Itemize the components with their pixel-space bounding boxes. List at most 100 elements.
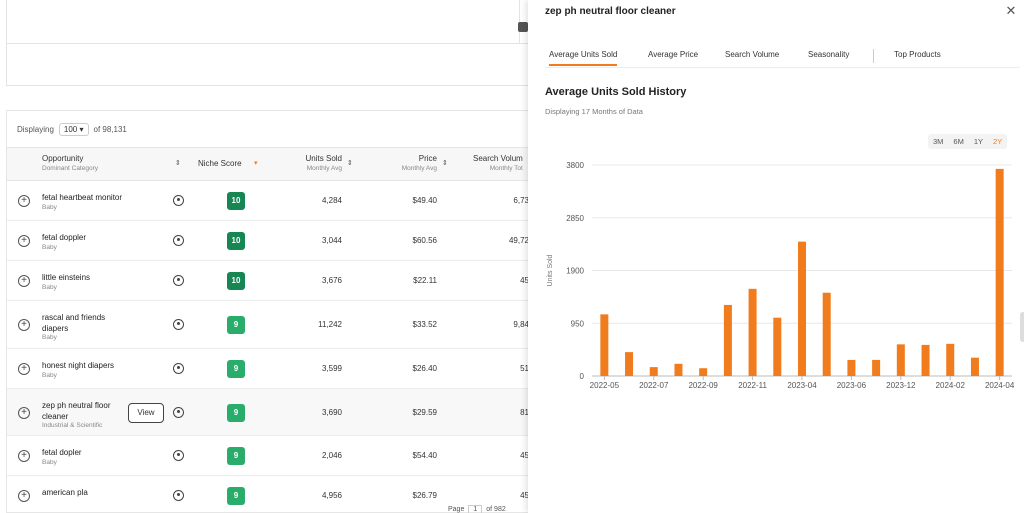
niche-score-badge: 10	[227, 192, 245, 210]
displaying-label: Displaying	[17, 125, 54, 134]
expand-icon[interactable]: +	[18, 235, 30, 247]
table-row[interactable]: + fetal heartbeat monitor Baby 10 4,284 $49.4…	[7, 181, 545, 221]
person-icon[interactable]	[173, 490, 184, 501]
range-1y-button[interactable]: 1Y	[969, 134, 988, 149]
price-value: $33.52	[412, 320, 437, 329]
header-sublabel: Dominant Category	[42, 165, 98, 172]
expand-icon[interactable]: +	[18, 450, 30, 462]
chart-bar	[822, 292, 831, 376]
header-price[interactable]: Price Monthly Avg	[391, 154, 437, 172]
units-sold-value: 4,284	[321, 196, 342, 205]
x-tick-label: 2023-12	[886, 381, 916, 390]
close-icon[interactable]: ✕	[1004, 4, 1018, 18]
range-6m-button[interactable]: 6M	[948, 134, 968, 149]
view-button[interactable]: View	[128, 402, 164, 423]
detail-panel: zep ph neutral floor cleaner ✕ Average U…	[528, 0, 1024, 513]
opportunity-name[interactable]: zep ph neutral floor cleaner	[42, 400, 111, 422]
search-volume-value: 45	[520, 491, 529, 500]
chart-bar	[946, 343, 955, 376]
person-icon[interactable]	[173, 363, 184, 374]
header-search-volume[interactable]: Search Volum Monthly Tot	[473, 154, 523, 172]
y-axis-label: Units Sold	[547, 254, 554, 286]
displaying-control: Displaying 100 ▾ of 98,131	[17, 123, 127, 136]
per-page-select[interactable]: 100 ▾	[58, 123, 89, 136]
opportunity-name[interactable]: fetal heartbeat monitor	[42, 192, 122, 203]
panel-title: zep ph neutral floor cleaner	[545, 6, 676, 17]
opportunity-name[interactable]: fetal dopler	[42, 447, 82, 458]
tab-divider	[873, 49, 874, 63]
person-icon[interactable]	[173, 275, 184, 286]
header-sublabel: Monthly Avg	[306, 165, 342, 172]
x-tick-label: 2022-09	[688, 381, 718, 390]
sort-icon[interactable]: ⇕	[442, 159, 448, 167]
opportunity-category: Baby	[42, 244, 57, 251]
checkbox-icon[interactable]	[518, 22, 528, 32]
person-icon[interactable]	[173, 319, 184, 330]
table-row[interactable]: + fetal dopler Baby 9 2,046 $54.40 45	[7, 436, 545, 476]
sort-icon[interactable]: ⇕	[175, 159, 181, 167]
tab-average-price[interactable]: Average Price	[648, 50, 698, 59]
header-sublabel: Monthly Tot	[489, 165, 523, 172]
units-sold-value: 4,956	[321, 491, 342, 500]
search-volume-value: 45	[520, 276, 529, 285]
chart-bar	[847, 359, 856, 376]
chart-bar	[748, 288, 757, 376]
page-input[interactable]: 1	[468, 505, 483, 513]
expand-icon[interactable]: +	[18, 406, 30, 419]
tab-seasonality[interactable]: Seasonality	[808, 50, 849, 59]
sort-desc-icon[interactable]: ▾	[254, 159, 258, 167]
range-3m-button[interactable]: 3M	[928, 134, 948, 149]
header-label: Niche Score	[198, 159, 242, 168]
person-icon[interactable]	[173, 406, 184, 418]
expand-icon[interactable]: +	[18, 363, 30, 375]
y-tick-label: 3800	[566, 161, 584, 170]
table-row[interactable]: + fetal doppler Baby 10 3,044 $60.56 49,72	[7, 221, 545, 261]
range-2y-button[interactable]: 2Y	[988, 134, 1007, 149]
expand-icon[interactable]: +	[18, 319, 30, 331]
niche-score-badge: 10	[227, 232, 245, 250]
table-row[interactable]: + honest night diapers Baby 9 3,599 $26.40 51	[7, 349, 545, 389]
tab-average-units-sold[interactable]: Average Units Sold	[549, 50, 618, 66]
person-icon[interactable]	[173, 450, 184, 461]
opportunity-name[interactable]: fetal doppler	[42, 232, 86, 243]
table-row[interactable]: + zep ph neutral floor cleaner Industrial &…	[7, 389, 545, 436]
person-icon[interactable]	[173, 235, 184, 246]
scroll-handle[interactable]	[1020, 312, 1024, 342]
opportunity-name[interactable]: rascal and friends diapers	[42, 312, 105, 334]
opportunity-category: Industrial & Scientific	[42, 421, 103, 429]
header-niche-score[interactable]: Niche Score	[198, 159, 242, 168]
units-sold-value: 3,599	[321, 364, 342, 373]
sort-icon[interactable]: ⇕	[347, 159, 353, 167]
table-row[interactable]: + rascal and friends diapers Baby 9 11,242 $33…	[7, 301, 545, 349]
price-value: $26.40	[412, 364, 437, 373]
header-opportunity[interactable]: Opportunity Dominant Category	[42, 154, 98, 172]
opportunity-name[interactable]: honest night diapers	[42, 360, 114, 371]
expand-icon[interactable]: +	[18, 490, 30, 502]
chevron-down-icon: ▾	[79, 125, 84, 134]
units-sold-value: 2,046	[321, 451, 342, 460]
header-sublabel: Monthly Avg	[401, 165, 437, 172]
x-tick-label: 2023-06	[837, 381, 867, 390]
tab-top-products[interactable]: Top Products	[894, 50, 941, 59]
expand-icon[interactable]: +	[18, 195, 30, 207]
person-icon[interactable]	[173, 195, 184, 206]
name-line: american pla	[42, 488, 88, 497]
pagination: Page 1 of 982	[448, 505, 506, 513]
header-units-sold[interactable]: Units Sold Monthly Avg	[297, 154, 342, 172]
expand-icon[interactable]: +	[18, 275, 30, 287]
chart-bar	[921, 344, 930, 376]
name-line: fetal doppler	[42, 233, 87, 242]
opportunity-category: Baby	[42, 284, 57, 291]
chart-bar	[970, 357, 979, 376]
opportunity-name[interactable]: american pla	[42, 487, 88, 498]
niche-score-badge: 9	[227, 360, 245, 378]
opportunity-name[interactable]: little einsteins	[42, 272, 90, 283]
tab-search-volume[interactable]: Search Volume	[725, 50, 779, 59]
divider	[7, 43, 545, 44]
x-tick-label: 2024-02	[936, 381, 966, 390]
table-row[interactable]: + little einsteins Baby 10 3,676 $22.11 45	[7, 261, 545, 301]
opportunity-category: Baby	[42, 204, 57, 211]
units-sold-value: 3,044	[321, 236, 342, 245]
search-volume-value: 45	[520, 451, 529, 460]
search-volume-value: 81	[520, 407, 529, 417]
